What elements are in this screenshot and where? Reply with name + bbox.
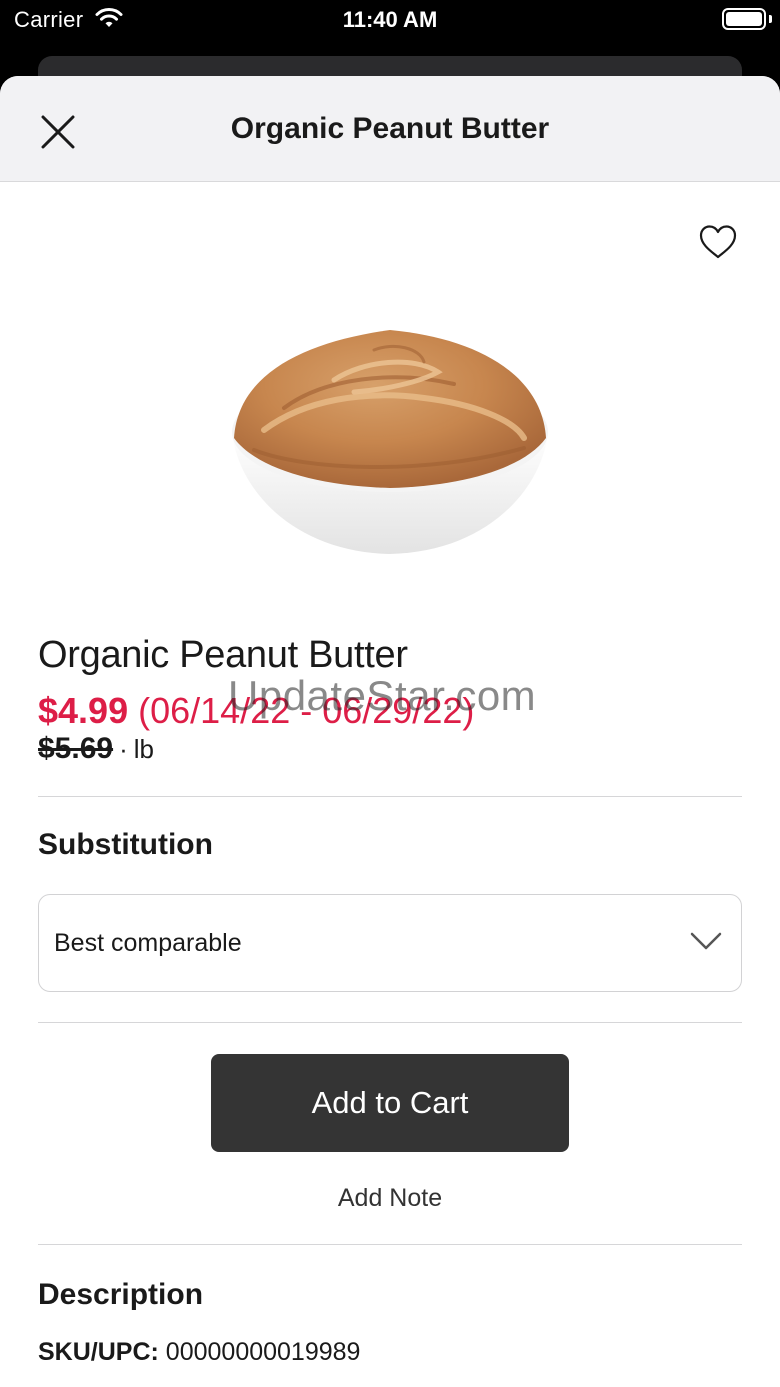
substitution-select[interactable]: Best comparable <box>38 894 742 992</box>
substitution-heading: Substitution <box>38 828 213 861</box>
battery-tip <box>769 15 772 23</box>
sale-price: $4.99 <box>38 690 129 731</box>
product-image <box>232 330 548 554</box>
add-to-cart-button[interactable]: Add to Cart <box>211 1054 569 1152</box>
page-title: Organic Peanut Butter <box>230 112 550 145</box>
product-name: Organic Peanut Butter <box>38 634 408 676</box>
sku-line: SKU/UPC: 00000000019989 <box>38 1338 360 1367</box>
battery-icon <box>722 8 766 30</box>
description-heading: Description <box>38 1278 204 1311</box>
chevron-down-icon <box>690 932 722 950</box>
status-bar: Carrier 11:40 AM <box>0 0 780 40</box>
watermark: UpdateStar.com <box>228 672 537 719</box>
divider <box>38 796 742 797</box>
sku-label: SKU/UPC: <box>38 1338 159 1366</box>
divider <box>38 1244 742 1245</box>
sku-value: 00000000019989 <box>165 1338 361 1366</box>
heart-icon <box>699 225 737 259</box>
regular-price: $5.69 <box>38 732 114 765</box>
add-note-link[interactable]: Add Note <box>0 1184 780 1213</box>
clock: 11:40 AM <box>342 7 438 32</box>
substitution-value: Best comparable <box>54 929 242 957</box>
unit-separator: · <box>119 734 128 764</box>
regular-price-line: $5.69 · lb <box>38 732 154 766</box>
sheet-header: Organic Peanut Butter <box>0 76 780 182</box>
favorite-button[interactable] <box>698 224 738 260</box>
unit-label: lb <box>133 734 154 764</box>
product-detail-sheet: Organic Peanut Butter Organic Peanut But <box>0 76 780 1387</box>
divider <box>38 1022 742 1023</box>
